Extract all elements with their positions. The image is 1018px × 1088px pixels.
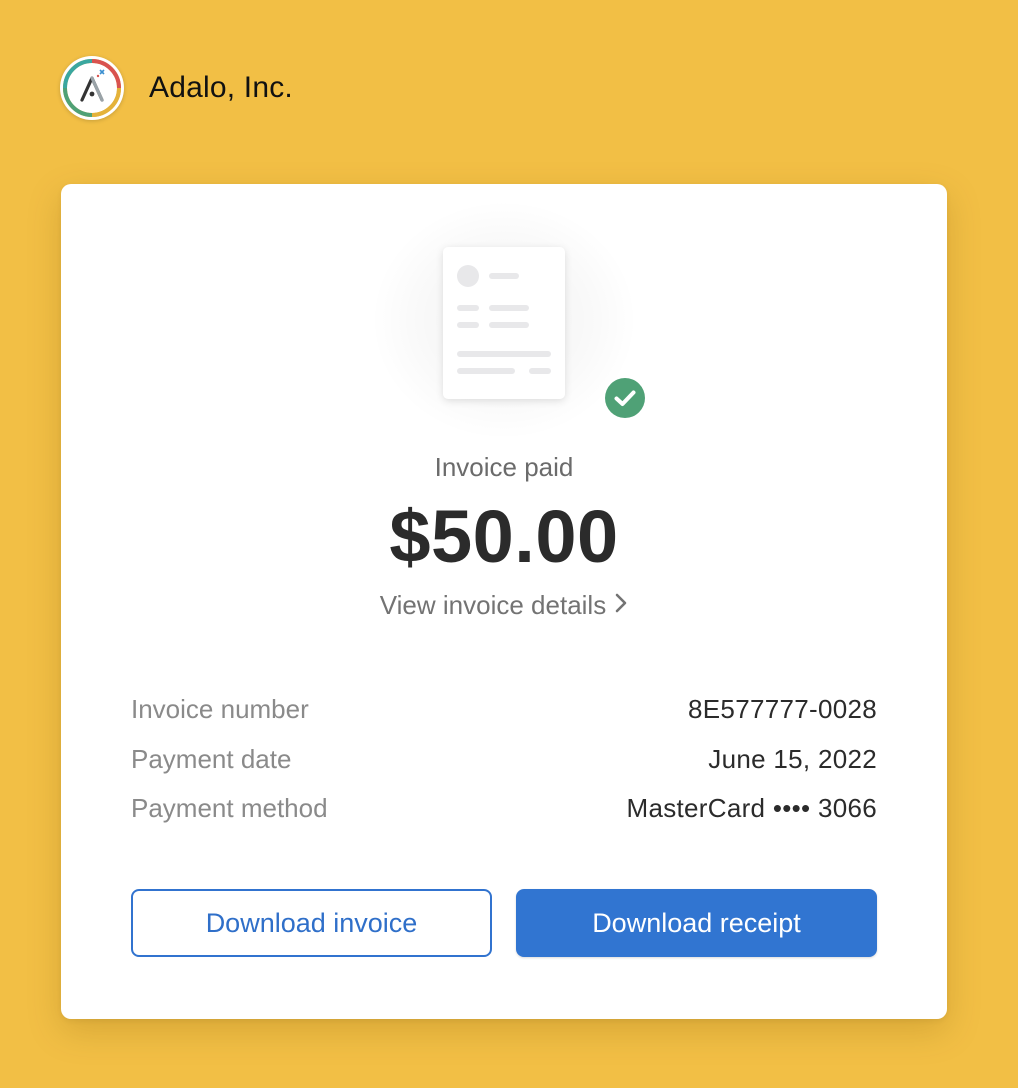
invoice-number-label: Invoice number <box>131 694 309 724</box>
merchant-header: Adalo, Inc. <box>60 56 293 120</box>
invoice-amount: $50.00 <box>389 495 619 578</box>
view-invoice-details-link[interactable]: View invoice details <box>61 590 947 621</box>
invoice-receipt-card: Invoice paid $50.00 View invoice details… <box>61 184 947 1019</box>
invoice-number-value: 8E577777-0028 <box>688 694 877 724</box>
invoice-status-label: Invoice paid <box>434 452 574 482</box>
invoice-document-icon <box>443 247 565 399</box>
invoice-illustration <box>371 200 647 440</box>
invoice-number-row: Invoice number 8E577777-0028 <box>131 694 877 744</box>
payment-method-value: MasterCard •••• 3066 <box>626 793 877 823</box>
chevron-right-icon[interactable] <box>614 590 628 621</box>
company-name: Adalo, Inc. <box>149 71 293 104</box>
payment-date-label: Payment date <box>131 743 292 774</box>
action-buttons: Download invoice Download receipt <box>131 889 877 957</box>
payment-method-label: Payment method <box>131 793 328 823</box>
view-invoice-details-label[interactable]: View invoice details <box>380 590 606 620</box>
download-invoice-button[interactable]: Download invoice <box>131 889 492 957</box>
check-circle-icon <box>603 376 647 420</box>
adalo-logo-icon <box>60 56 124 120</box>
payment-method-row: Payment method MasterCard •••• 3066 <box>131 793 877 843</box>
download-receipt-button[interactable]: Download receipt <box>516 889 877 957</box>
payment-date-value: June 15, 2022 <box>708 743 877 774</box>
payment-date-row: Payment date June 15, 2022 <box>131 744 877 794</box>
invoice-details-list: Invoice number 8E577777-0028 Payment dat… <box>131 694 877 843</box>
